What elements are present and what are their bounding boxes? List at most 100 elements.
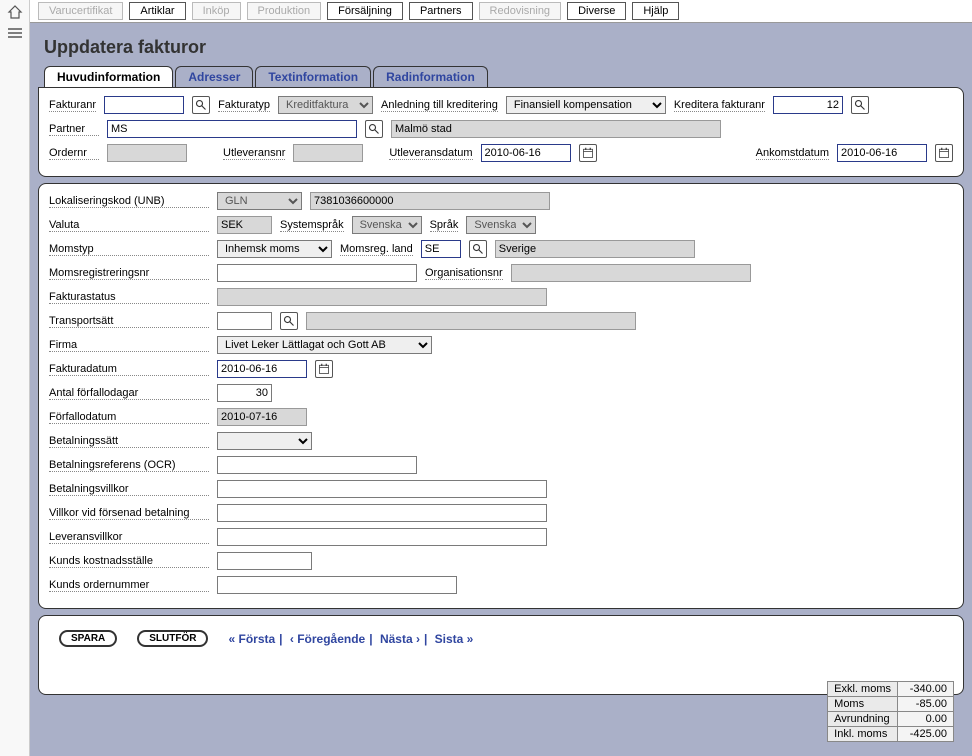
utleveransnr-input [293,144,363,162]
footer-panel: SPARA SLUTFÖR « Första| ‹ Föregående| Nä… [38,615,964,695]
momsregistreringsnr-input[interactable] [217,264,417,282]
partner-code-input[interactable] [107,120,357,138]
ankomstdatum-input[interactable] [837,144,927,162]
nav-first[interactable]: « Första [228,632,275,646]
transportsatt-label: Transportsätt [49,315,209,328]
menu-icon[interactable] [7,27,23,42]
topnav-diverse[interactable]: Diverse [567,2,626,20]
momsregland-name-display [495,240,695,258]
tab-huvudinformation[interactable]: Huvudinformation [44,66,173,87]
totals-inkl-label: Inkl. moms [828,727,898,742]
systemsprak-select: Svenska [352,216,422,234]
organisationsnr-input [511,264,751,282]
utleveransdatum-label: Utleveransdatum [389,147,472,160]
anledning-label: Anledning till kreditering [381,99,498,112]
calendar-ankomst-icon[interactable] [935,144,953,162]
forfallodatum-label: Förfallodatum [49,411,209,424]
antal-forfallodagar-label: Antal förfallodagar [49,387,209,400]
spara-button[interactable]: SPARA [59,630,117,647]
fakturadatum-label: Fakturadatum [49,363,209,376]
tab-radinformation[interactable]: Radinformation [373,66,488,87]
topnav-varucertifikat: Varucertifikat [38,2,123,20]
momsregland-code-input[interactable] [421,240,461,258]
fakturatyp-label: Fakturatyp [218,99,270,112]
header-panel: Fakturanr Fakturatyp Kreditfaktura Anled… [38,87,964,177]
home-icon[interactable] [7,4,23,23]
kunds-kostnadsstalle-input[interactable] [217,552,312,570]
kunds-kostnadsstalle-label: Kunds kostnadsställe [49,555,209,568]
nav-next[interactable]: Nästa › [380,632,420,646]
kunds-ordernummer-input[interactable] [217,576,457,594]
top-nav: Varucertifikat Artiklar Inköp Produktion För… [30,0,972,23]
body-panel: Lokaliseringskod (UNB) GLN Valuta System… [38,183,964,609]
antal-forfallodagar-input[interactable] [217,384,272,402]
fakturatyp-select: Kreditfaktura [278,96,373,114]
totals-avrundning-value: 0.00 [898,712,954,727]
search-fakturanr-icon[interactable] [192,96,210,114]
topnav-hjälp[interactable]: Hjälp [632,2,679,20]
fakturadatum-input[interactable] [217,360,307,378]
tab-adresser[interactable]: Adresser [175,66,253,87]
search-momsregland-icon[interactable] [469,240,487,258]
nav-prev[interactable]: ‹ Föregående [290,632,365,646]
betalningsvillkor-input[interactable] [217,480,547,498]
leveransvillkor-label: Leveransvillkor [49,531,209,544]
villkor-forsenad-label: Villkor vid försenad betalning [49,507,209,520]
lokaliseringskod-label: Lokaliseringskod (UNB) [49,195,209,208]
calendar-fakturadatum-icon[interactable] [315,360,333,378]
calendar-utleverans-icon[interactable] [579,144,597,162]
slutfor-button[interactable]: SLUTFÖR [137,630,208,647]
kunds-ordernummer-label: Kunds ordernummer [49,579,209,592]
topnav-produktion: Produktion [247,2,322,20]
betalningssatt-select[interactable] [217,432,312,450]
search-transportsatt-icon[interactable] [280,312,298,330]
search-kreditera-icon[interactable] [851,96,869,114]
kreditera-label: Kreditera fakturanr [674,99,765,112]
systemsprak-label: Systemspråk [280,219,344,232]
page-title: Uppdatera fakturor [30,23,972,66]
sprak-label: Språk [430,219,459,232]
topnav-försäljning[interactable]: Försäljning [327,2,403,20]
sidebar [0,0,30,756]
fakturanr-label: Fakturanr [49,99,96,112]
topnav-partners[interactable]: Partners [409,2,473,20]
anledning-select[interactable]: Finansiell kompensation [506,96,666,114]
kreditera-input[interactable] [773,96,843,114]
utleveransdatum-input[interactable] [481,144,571,162]
tab-textinformation[interactable]: Textinformation [255,66,371,87]
transportsatt-name-display [306,312,636,330]
utleveransnr-label: Utleveransnr [223,147,285,160]
villkor-forsenad-input[interactable] [217,504,547,522]
organisationsnr-label: Organisationsnr [425,267,503,280]
search-partner-icon[interactable] [365,120,383,138]
ordernr-input [107,144,187,162]
topnav-inköp: Inköp [192,2,241,20]
nav-last[interactable]: Sista » [435,632,474,646]
totals-exkl-value: -340.00 [898,682,954,697]
betalningssatt-label: Betalningssätt [49,435,209,448]
totals-exkl-label: Exkl. moms [828,682,898,697]
totals-inkl-value: -425.00 [898,727,954,742]
betalningsreferens-label: Betalningsreferens (OCR) [49,459,209,472]
topnav-redovisning: Redovisning [479,2,562,20]
totals-avrundning-label: Avrundning [828,712,898,727]
leveransvillkor-input[interactable] [217,528,547,546]
momstyp-select[interactable]: Inhemsk moms [217,240,332,258]
ankomstdatum-label: Ankomstdatum [756,147,829,160]
totals-moms-value: -85.00 [898,697,954,712]
sub-tabs: Huvudinformation Adresser Textinformatio… [30,66,972,87]
valuta-input [217,216,272,234]
momstyp-label: Momstyp [49,243,209,256]
valuta-label: Valuta [49,219,209,232]
fakturanr-input[interactable] [104,96,184,114]
topnav-artiklar[interactable]: Artiklar [129,2,185,20]
momsregistreringsnr-label: Momsregistreringsnr [49,267,209,280]
momsregland-label: Momsreg. land [340,243,413,256]
firma-select[interactable]: Livet Leker Lättlagat och Gott AB [217,336,432,354]
totals-moms-label: Moms [828,697,898,712]
lokaliseringskod-type-select: GLN [217,192,302,210]
betalningsreferens-input[interactable] [217,456,417,474]
record-nav: « Första| ‹ Föregående| Nästa ›| Sista » [228,632,473,646]
transportsatt-code-input[interactable] [217,312,272,330]
sprak-select: Svenska [466,216,536,234]
